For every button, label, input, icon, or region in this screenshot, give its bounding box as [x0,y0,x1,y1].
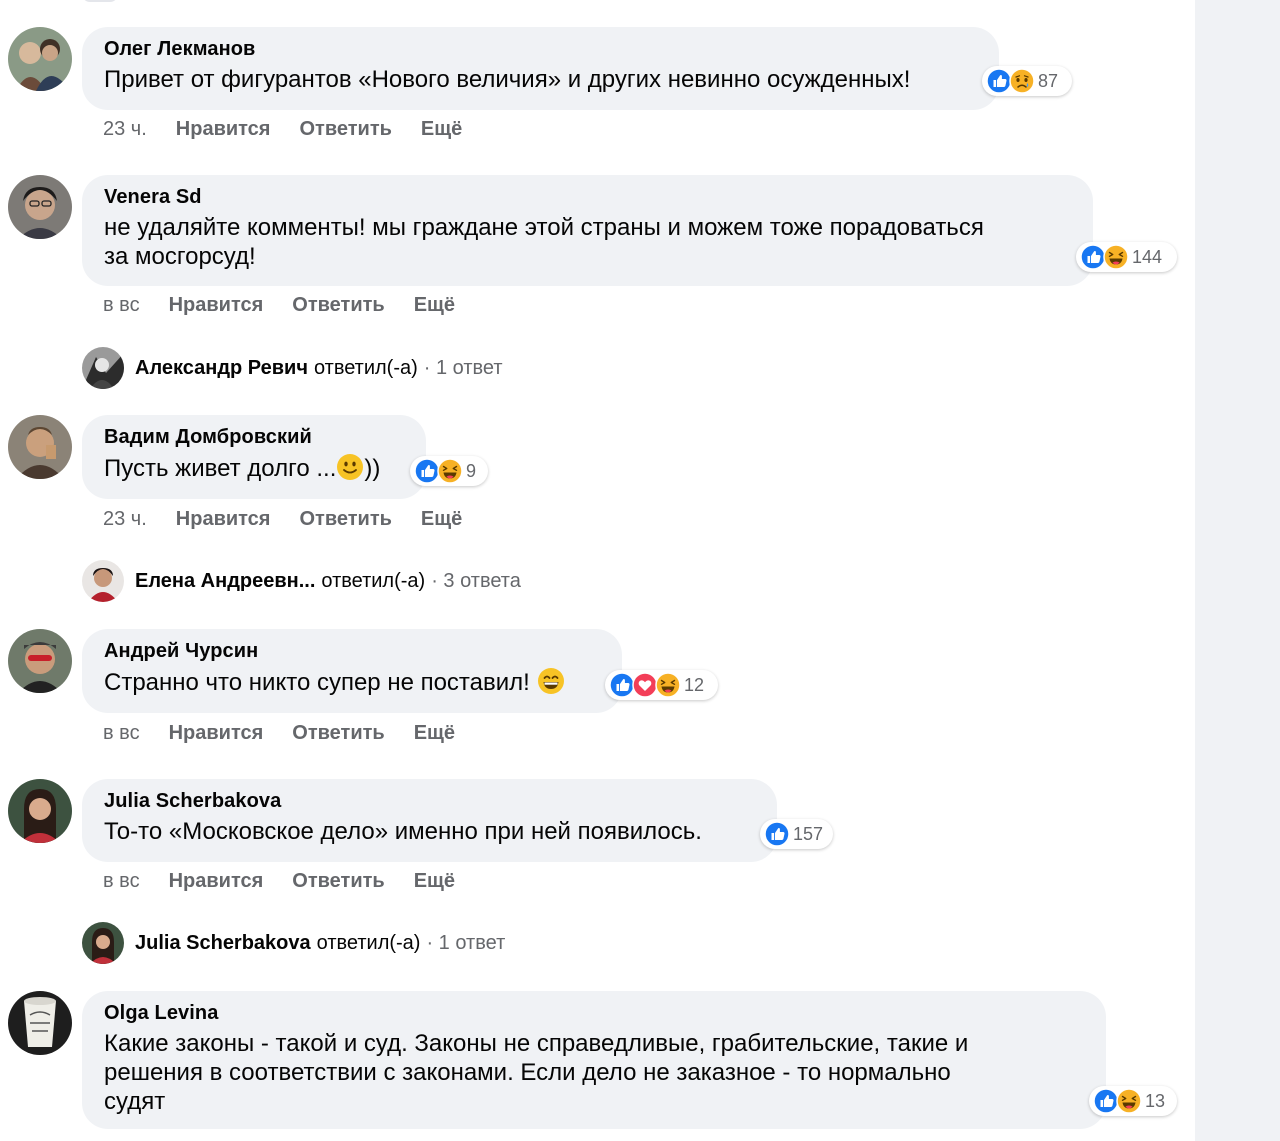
like-button[interactable]: Нравится [169,870,264,893]
more-button[interactable]: Ещё [421,118,462,141]
haha-icon [1103,244,1129,270]
comment-author[interactable]: Вадим Домбровский [104,425,404,449]
like-button[interactable]: Нравится [176,508,271,531]
more-button[interactable]: Ещё [414,870,455,893]
avatar[interactable] [8,779,72,843]
comment-author[interactable]: Андрей Чурсин [104,639,600,663]
comment-actions: в вс Нравится Ответить Ещё [103,870,455,893]
more-button[interactable]: Ещё [421,508,462,531]
previous-comment-edge [82,0,118,2]
reply-author[interactable]: Александр Ревич [135,357,308,380]
comment-time[interactable]: 23 ч. [103,118,147,141]
sad-icon [1009,68,1035,94]
haha-icon [655,672,681,698]
reactions-summary[interactable]: 87 [982,66,1072,96]
view-replies-link[interactable]: Julia Scherbakova ответил(-а) · 1 ответ [82,921,505,965]
reactions-summary[interactable]: 9 [410,456,488,486]
reply-button[interactable]: Ответить [292,722,384,745]
reply-verb: ответил(-а) [316,931,421,954]
reply-count[interactable]: · 1 ответ [424,357,503,380]
comment-author[interactable]: Olga Levina [104,1001,1084,1025]
comment-author[interactable]: Julia Scherbakova [104,789,755,813]
comment-text-line: решения в соответствии с законами. Если … [104,1059,951,1086]
comment-text: То-то «Московское дело» именно при ней п… [104,818,702,845]
reply-count[interactable]: · 1 ответ [426,932,505,955]
comment-text-line: не удаляйте комменты! мы граждане этой с… [104,214,984,241]
avatar[interactable] [8,629,72,693]
reply-button[interactable]: Ответить [299,118,391,141]
avatar[interactable] [8,27,72,91]
avatar[interactable] [8,991,72,1055]
comment-bubble: Venera Sd не удаляйте комменты! мы гражд… [82,175,1093,286]
reply-button[interactable]: Ответить [292,294,384,317]
haha-icon [1116,1088,1142,1114]
comment-time[interactable]: 23 ч. [103,508,147,531]
slight-smile-emoji [336,453,364,481]
comment-time[interactable]: в вс [103,722,140,745]
more-button[interactable]: Ещё [414,294,455,317]
reply-author[interactable]: Julia Scherbakova [135,932,311,955]
reply-author[interactable]: Елена Андреевн... [135,570,315,593]
comment-text: Привет от фигурантов «Нового величия» и … [104,66,911,93]
comment-text-part: )) [364,455,381,482]
comment-bubble: Julia Scherbakova То-то «Московское дело… [82,779,777,862]
comment-text: Пусть живет долго ...)) [104,453,404,483]
reply-count[interactable]: · 3 ответа [431,570,521,593]
comment-actions: 23 ч. Нравится Ответить Ещё [103,118,462,141]
reactions-summary[interactable]: 157 [760,819,833,849]
avatar[interactable] [8,175,72,239]
like-icon [764,821,790,847]
comment-time[interactable]: в вс [103,294,140,317]
reactions-summary[interactable]: 144 [1076,242,1177,272]
comment-actions: в вс Нравится Ответить Ещё [103,294,455,317]
reaction-count: 87 [1038,70,1059,91]
reaction-count: 9 [466,460,477,481]
comment-actions: 23 ч. Нравится Ответить Ещё [103,508,462,531]
reaction-count: 157 [793,823,824,844]
reaction-count: 12 [684,674,705,695]
view-replies-link[interactable]: Елена Андреевн... ответил(-а) · 3 ответа [82,559,521,603]
reply-button[interactable]: Ответить [299,508,391,531]
reply-avatar [82,922,124,964]
reaction-count: 13 [1145,1090,1166,1111]
comment-text-line: Какие законы - такой и суд. Законы не сп… [104,1030,969,1057]
like-button[interactable]: Нравится [169,722,264,745]
comment-bubble: Вадим Домбровский Пусть живет долго ...)… [82,415,426,499]
reaction-count: 144 [1132,246,1163,267]
reply-verb: ответил(-а) [313,356,418,379]
right-sidebar-panel [1195,0,1280,1141]
like-button[interactable]: Нравится [169,294,264,317]
comment-text: Странно что никто супер не поставил! [104,667,600,697]
comment-actions: в вс Нравится Ответить Ещё [103,722,455,745]
comment-author[interactable]: Олег Лекманов [104,37,977,61]
comment-text-part: Пусть живет долго ... [104,455,337,482]
grin-emoji [537,667,565,695]
comment-text-line: за мосгорсуд! [104,243,256,270]
comment-text: Какие законы - такой и суд. Законы не сп… [104,1029,1084,1116]
comment-text: не удаляйте комменты! мы граждане этой с… [104,213,1071,271]
comment-bubble: Андрей Чурсин Странно что никто супер не… [82,629,622,713]
reactions-summary[interactable]: 13 [1089,1086,1177,1116]
comment-text-part: Странно что никто супер не поставил! [104,669,530,696]
reply-verb: ответил(-а) [321,569,426,592]
reply-avatar [82,560,124,602]
comment-author[interactable]: Venera Sd [104,185,1071,209]
reactions-summary[interactable]: 12 [605,670,718,700]
like-button[interactable]: Нравится [176,118,271,141]
view-replies-link[interactable]: Александр Ревич ответил(-а) · 1 ответ [82,346,503,390]
avatar[interactable] [8,415,72,479]
haha-icon [437,458,463,484]
comment-bubble: Олег Лекманов Привет от фигурантов «Ново… [82,27,999,110]
comment-bubble: Olga Levina Какие законы - такой и суд. … [82,991,1106,1129]
comment-text-line: судят [104,1088,166,1115]
comment-time[interactable]: в вс [103,870,140,893]
reply-button[interactable]: Ответить [292,870,384,893]
more-button[interactable]: Ещё [414,722,455,745]
reply-avatar [82,347,124,389]
